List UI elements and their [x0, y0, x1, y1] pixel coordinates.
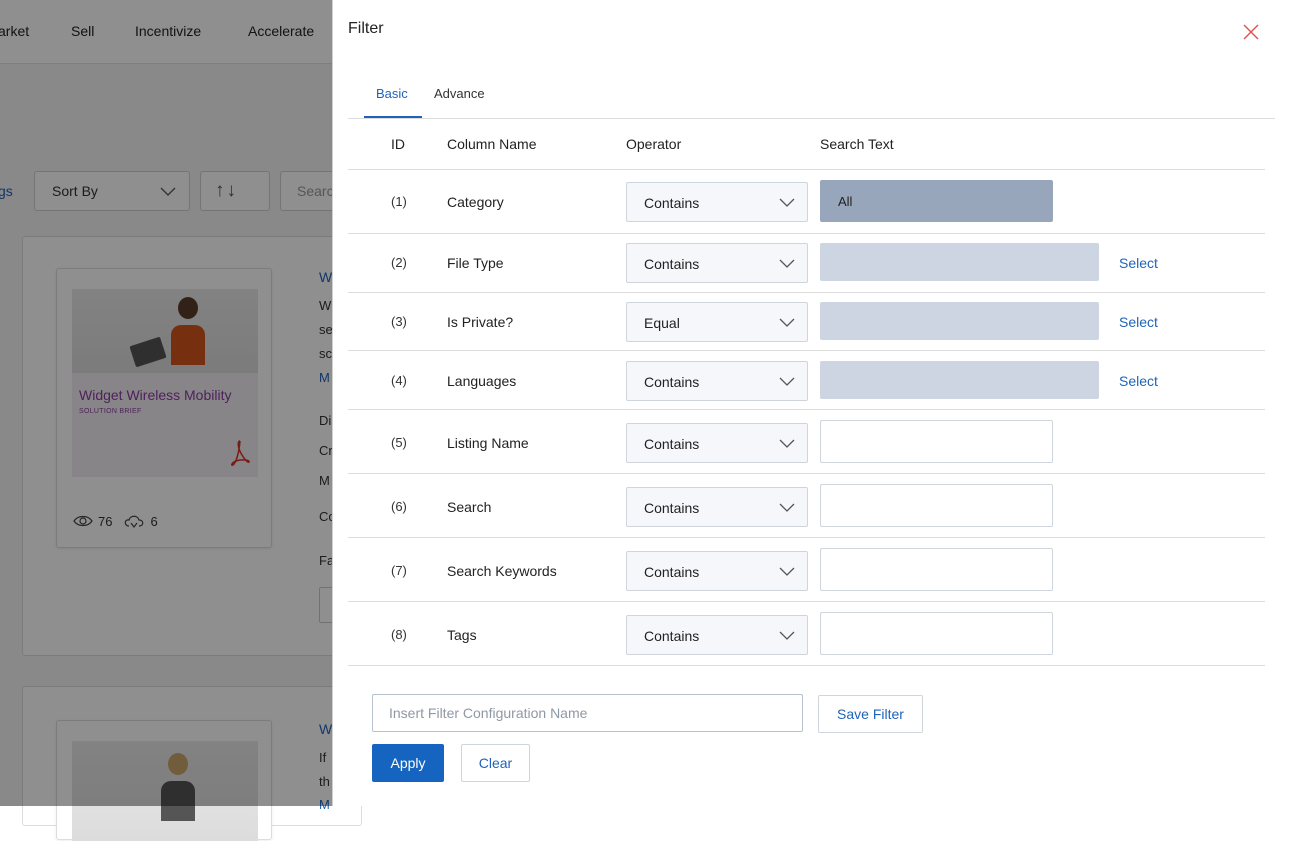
operator-select[interactable]: Contains — [626, 615, 808, 655]
row-id: (1) — [391, 194, 407, 209]
chevron-down-icon — [779, 631, 795, 640]
tab-advance[interactable]: Advance — [434, 86, 485, 101]
operator-select[interactable]: Contains — [626, 487, 808, 527]
filter-row-search-keywords: (7) Search Keywords Contains — [348, 538, 1265, 602]
row-id: (5) — [391, 435, 407, 450]
search-text-input[interactable] — [820, 484, 1053, 527]
chevron-down-icon — [779, 567, 795, 576]
apply-button[interactable]: Apply — [372, 744, 444, 782]
operator-select[interactable]: Equal — [626, 302, 808, 342]
filter-tabs: Basic Advance — [348, 72, 1275, 119]
search-text-input[interactable] — [820, 612, 1053, 655]
modal-overlay[interactable] — [0, 0, 332, 806]
filter-panel: Filter Basic Advance ID Column Name Oper… — [332, 0, 1292, 806]
operator-select[interactable]: Contains — [626, 182, 808, 222]
close-icon[interactable] — [1241, 22, 1261, 42]
chevron-down-icon — [779, 377, 795, 386]
filter-config-name-input[interactable] — [372, 694, 803, 732]
row-column-name: Tags — [447, 627, 477, 643]
chevron-down-icon — [779, 503, 795, 512]
operator-value: Contains — [644, 564, 700, 580]
operator-value: Contains — [644, 374, 700, 390]
chevron-down-icon — [779, 318, 795, 327]
operator-value: Equal — [644, 315, 680, 331]
search-value-field[interactable] — [820, 302, 1099, 340]
save-filter-button[interactable]: Save Filter — [818, 695, 923, 733]
clear-button[interactable]: Clear — [461, 744, 530, 782]
active-tab-indicator — [364, 116, 422, 118]
filter-row-languages: (4) Languages Contains Select — [348, 351, 1265, 410]
header-column-name: Column Name — [447, 136, 537, 152]
operator-value: Contains — [644, 628, 700, 644]
row-column-name: Search Keywords — [447, 563, 557, 579]
row-id: (8) — [391, 627, 407, 642]
panel-title: Filter — [348, 20, 384, 37]
operator-select[interactable]: Contains — [626, 243, 808, 283]
operator-select[interactable]: Contains — [626, 361, 808, 401]
operator-value: Contains — [644, 500, 700, 516]
row-column-name: Is Private? — [447, 314, 514, 330]
header-operator: Operator — [626, 136, 682, 152]
search-value-field[interactable] — [820, 243, 1099, 281]
row-column-name: File Type — [447, 255, 504, 271]
operator-value: Contains — [644, 195, 700, 211]
header-search-text: Search Text — [820, 136, 894, 152]
chevron-down-icon — [779, 198, 795, 207]
filter-row-is-private: (3) Is Private? Equal Select — [348, 293, 1265, 351]
row-id: (7) — [391, 563, 407, 578]
filter-row-listing-name: (5) Listing Name Contains — [348, 410, 1265, 474]
filter-row-tags: (8) Tags Contains — [348, 602, 1265, 666]
row-column-name: Search — [447, 499, 492, 515]
row-id: (2) — [391, 255, 407, 270]
operator-select[interactable]: Contains — [626, 423, 808, 463]
chevron-down-icon — [779, 439, 795, 448]
search-value-field[interactable]: All — [820, 180, 1053, 222]
select-link[interactable]: Select — [1119, 255, 1158, 271]
chevron-down-icon — [779, 259, 795, 268]
operator-value: Contains — [644, 436, 700, 452]
row-column-name: Languages — [447, 373, 517, 389]
filter-row-search: (6) Search Contains — [348, 474, 1265, 538]
row-id: (4) — [391, 373, 407, 388]
row-column-name: Category — [447, 194, 504, 210]
row-column-name: Listing Name — [447, 435, 529, 451]
select-link[interactable]: Select — [1119, 314, 1158, 330]
search-value-field[interactable] — [820, 361, 1099, 399]
search-value: All — [838, 194, 853, 209]
row-id: (3) — [391, 314, 407, 329]
filter-row-file-type: (2) File Type Contains Select — [348, 234, 1265, 293]
header-id: ID — [391, 136, 405, 152]
tab-basic[interactable]: Basic — [376, 86, 408, 101]
select-link[interactable]: Select — [1119, 373, 1158, 389]
operator-select[interactable]: Contains — [626, 551, 808, 591]
search-text-input[interactable] — [820, 420, 1053, 463]
operator-value: Contains — [644, 256, 700, 272]
search-text-input[interactable] — [820, 548, 1053, 591]
filter-row-category: (1) Category Contains All — [348, 170, 1265, 234]
row-id: (6) — [391, 499, 407, 514]
